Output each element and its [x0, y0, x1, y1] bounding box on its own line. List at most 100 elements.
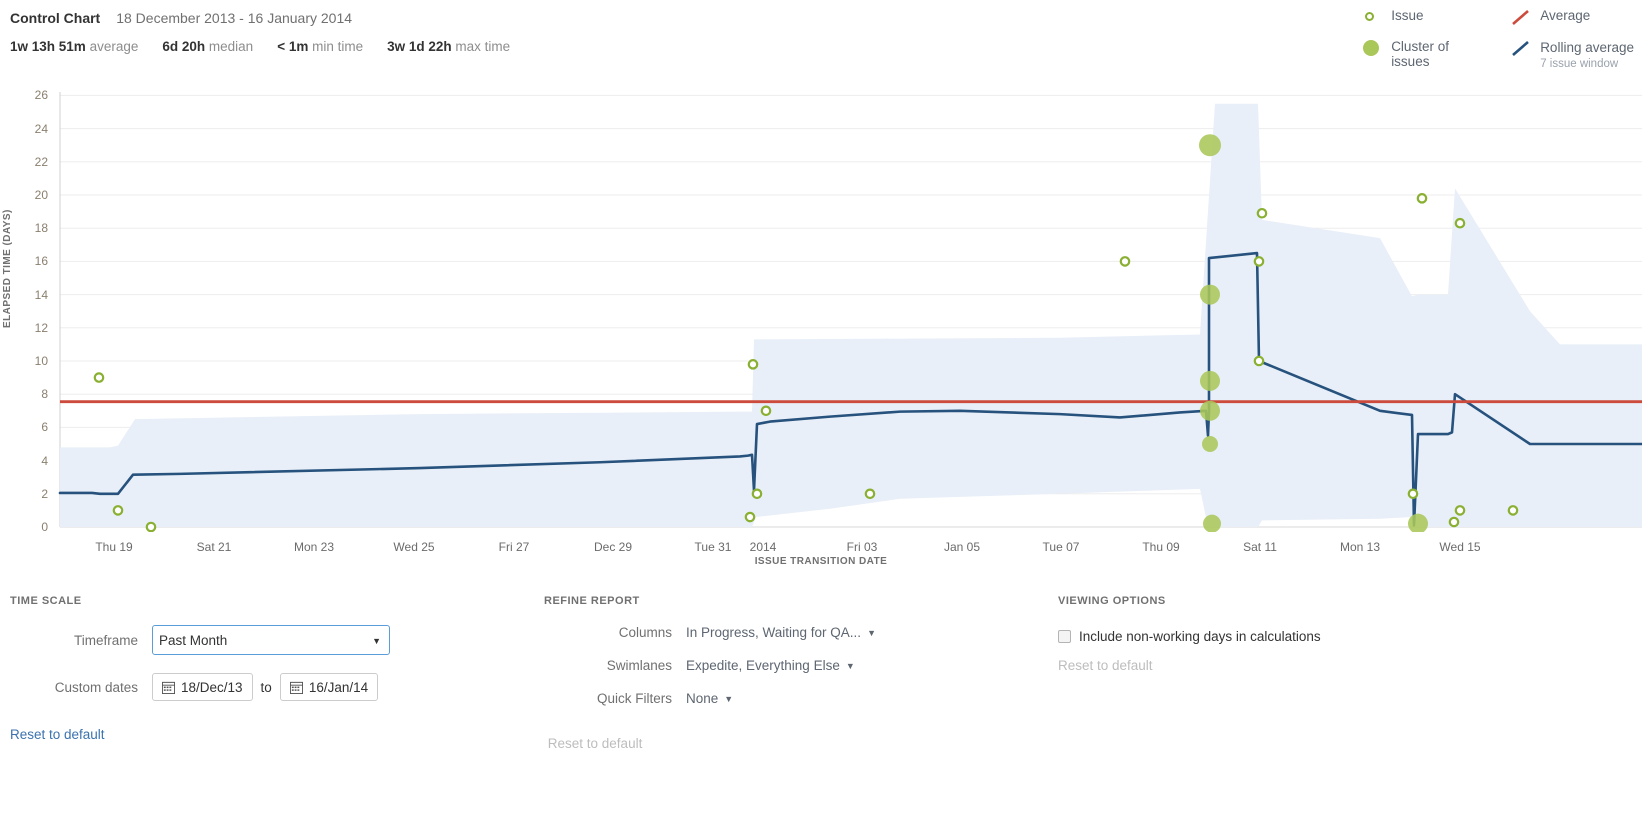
- issue-marker[interactable]: [1258, 209, 1266, 217]
- x-tick-dec-29: Dec 29: [594, 540, 632, 554]
- swimlanes-value: Expedite, Everything Else: [686, 658, 840, 673]
- x-tick-mon-13: Mon 13: [1340, 540, 1380, 554]
- x-tick-tue-07: Tue 07: [1043, 540, 1080, 554]
- x-tick-sat-21: Sat 21: [197, 540, 232, 554]
- control-chart: ELAPSED TIME (DAYS) ISSUE TRANSITION DAT…: [0, 92, 1642, 582]
- cluster-marker[interactable]: [1200, 401, 1220, 421]
- issue-marker[interactable]: [1255, 257, 1263, 265]
- issue-marker[interactable]: [1450, 518, 1458, 526]
- legend-item-cluster: Cluster of issues: [1362, 39, 1475, 69]
- viewing-options-heading: VIEWING OPTIONS: [1058, 595, 1618, 607]
- legend-label-cluster: Cluster of issues: [1391, 39, 1475, 69]
- issue-marker[interactable]: [762, 407, 770, 415]
- issue-marker-icon: [1362, 9, 1380, 25]
- x-tick-wed-15: Wed 15: [1439, 540, 1480, 554]
- swimlanes-dropdown[interactable]: Expedite, Everything Else ▼: [686, 658, 855, 673]
- custom-dates-label: Custom dates: [10, 680, 138, 695]
- include-non-working-days-label: Include non-working days in calculations: [1079, 629, 1321, 644]
- chart-plot-area: [0, 92, 1642, 532]
- issue-marker[interactable]: [753, 490, 761, 498]
- refine-report-heading: REFINE REPORT: [544, 595, 1044, 607]
- cluster-marker-icon: [1362, 40, 1380, 56]
- calendar-icon: [290, 681, 303, 694]
- x-tick-fri-27: Fri 27: [499, 540, 530, 554]
- x-axis-title: ISSUE TRANSITION DATE: [0, 556, 1642, 567]
- average-line-icon: [1511, 9, 1529, 25]
- include-non-working-days-row[interactable]: Include non-working days in calculations: [1058, 629, 1618, 644]
- page-title: Control Chart: [10, 10, 100, 26]
- cluster-marker[interactable]: [1203, 515, 1221, 532]
- issue-marker[interactable]: [1509, 506, 1517, 514]
- swimlanes-row: Swimlanes Expedite, Everything Else ▼: [544, 658, 1044, 673]
- issue-marker[interactable]: [95, 373, 103, 381]
- time-scale-heading: TIME SCALE: [10, 595, 530, 607]
- stat-median: 6d 20h median: [162, 39, 253, 54]
- columns-dropdown[interactable]: In Progress, Waiting for QA... ▼: [686, 625, 876, 640]
- x-tick-tue-31: Tue 31: [695, 540, 732, 554]
- legend-item-average: Average: [1511, 8, 1634, 25]
- quick-filters-dropdown[interactable]: None ▼: [686, 691, 733, 706]
- timeframe-label: Timeframe: [10, 633, 138, 648]
- x-tick-wed-25: Wed 25: [393, 540, 434, 554]
- refine-report-section: REFINE REPORT Columns In Progress, Waiti…: [544, 595, 1044, 751]
- cluster-marker[interactable]: [1199, 134, 1221, 156]
- issue-marker[interactable]: [866, 490, 874, 498]
- x-tick-sat-11: Sat 11: [1243, 540, 1277, 554]
- include-non-working-days-checkbox[interactable]: [1058, 630, 1071, 643]
- issue-marker[interactable]: [114, 506, 122, 514]
- confidence-band: [60, 104, 1642, 527]
- issue-marker[interactable]: [1409, 490, 1417, 498]
- chart-legend: Issue Cluster of issues Average Rolling …: [1362, 8, 1634, 71]
- legend-column-lines: Average Rolling average 7 issue window: [1511, 8, 1634, 71]
- viewing-options-reset-text: Reset to default: [1058, 658, 1618, 673]
- chevron-down-icon: ▼: [846, 661, 855, 671]
- legend-item-issue: Issue: [1362, 8, 1475, 25]
- report-header: Control Chart 18 December 2013 - 16 Janu…: [10, 10, 510, 54]
- issue-marker[interactable]: [749, 360, 757, 368]
- columns-row: Columns In Progress, Waiting for QA... ▼: [544, 625, 1044, 640]
- columns-label: Columns: [544, 625, 672, 640]
- x-tick-thu-09: Thu 09: [1142, 540, 1179, 554]
- issue-marker[interactable]: [1121, 257, 1129, 265]
- issue-marker[interactable]: [1456, 219, 1464, 227]
- cluster-marker[interactable]: [1200, 285, 1220, 305]
- cluster-marker[interactable]: [1202, 436, 1218, 452]
- rolling-average-line-icon: [1511, 40, 1529, 56]
- date-from-field[interactable]: 18/Dec/13: [152, 673, 253, 701]
- x-tick-mon-23: Mon 23: [294, 540, 334, 554]
- legend-label-average: Average: [1540, 8, 1590, 23]
- chevron-down-icon: ▼: [724, 694, 733, 704]
- stat-min-time: < 1m min time: [277, 39, 363, 54]
- swimlanes-label: Swimlanes: [544, 658, 672, 673]
- quick-filters-label: Quick Filters: [544, 691, 672, 706]
- date-from-value: 18/Dec/13: [181, 680, 243, 695]
- quick-filters-row: Quick Filters None ▼: [544, 691, 1044, 706]
- issue-marker[interactable]: [1456, 506, 1464, 514]
- date-range-separator: to: [261, 680, 272, 695]
- chevron-down-icon: ▼: [867, 628, 876, 638]
- stat-max-time: 3w 1d 22h max time: [387, 39, 510, 54]
- legend-sublabel-rolling-window: 7 issue window: [1540, 57, 1634, 71]
- issue-marker[interactable]: [147, 523, 155, 531]
- calendar-icon: [162, 681, 175, 694]
- viewing-options-section: VIEWING OPTIONS Include non-working days…: [1058, 595, 1618, 673]
- issue-marker[interactable]: [1255, 357, 1263, 365]
- timeframe-select[interactable]: Past Month: [152, 625, 390, 655]
- legend-column-markers: Issue Cluster of issues: [1362, 8, 1475, 71]
- custom-dates-row: Custom dates 18/Dec/13 to 16/Jan/14: [10, 673, 530, 701]
- cluster-marker[interactable]: [1200, 371, 1220, 391]
- stat-average: 1w 13h 51m average: [10, 39, 138, 54]
- issue-marker[interactable]: [1418, 194, 1426, 202]
- timeframe-select-wrap: Past Month ▼: [152, 625, 390, 655]
- x-tick-thu-19: Thu 19: [95, 540, 132, 554]
- title-row: Control Chart 18 December 2013 - 16 Janu…: [10, 10, 510, 26]
- x-tick-fri-03: Fri 03: [847, 540, 878, 554]
- refine-report-reset-label: Reset to default: [548, 736, 643, 751]
- date-to-field[interactable]: 16/Jan/14: [280, 673, 378, 701]
- legend-label-rolling-wrap: Rolling average 7 issue window: [1540, 39, 1634, 71]
- legend-label-issue: Issue: [1391, 8, 1423, 23]
- time-scale-reset-link[interactable]: Reset to default: [10, 727, 530, 742]
- report-controls: TIME SCALE Timeframe Past Month ▼ Custom…: [0, 595, 1642, 817]
- issue-marker[interactable]: [746, 513, 754, 521]
- quick-filters-value: None: [686, 691, 718, 706]
